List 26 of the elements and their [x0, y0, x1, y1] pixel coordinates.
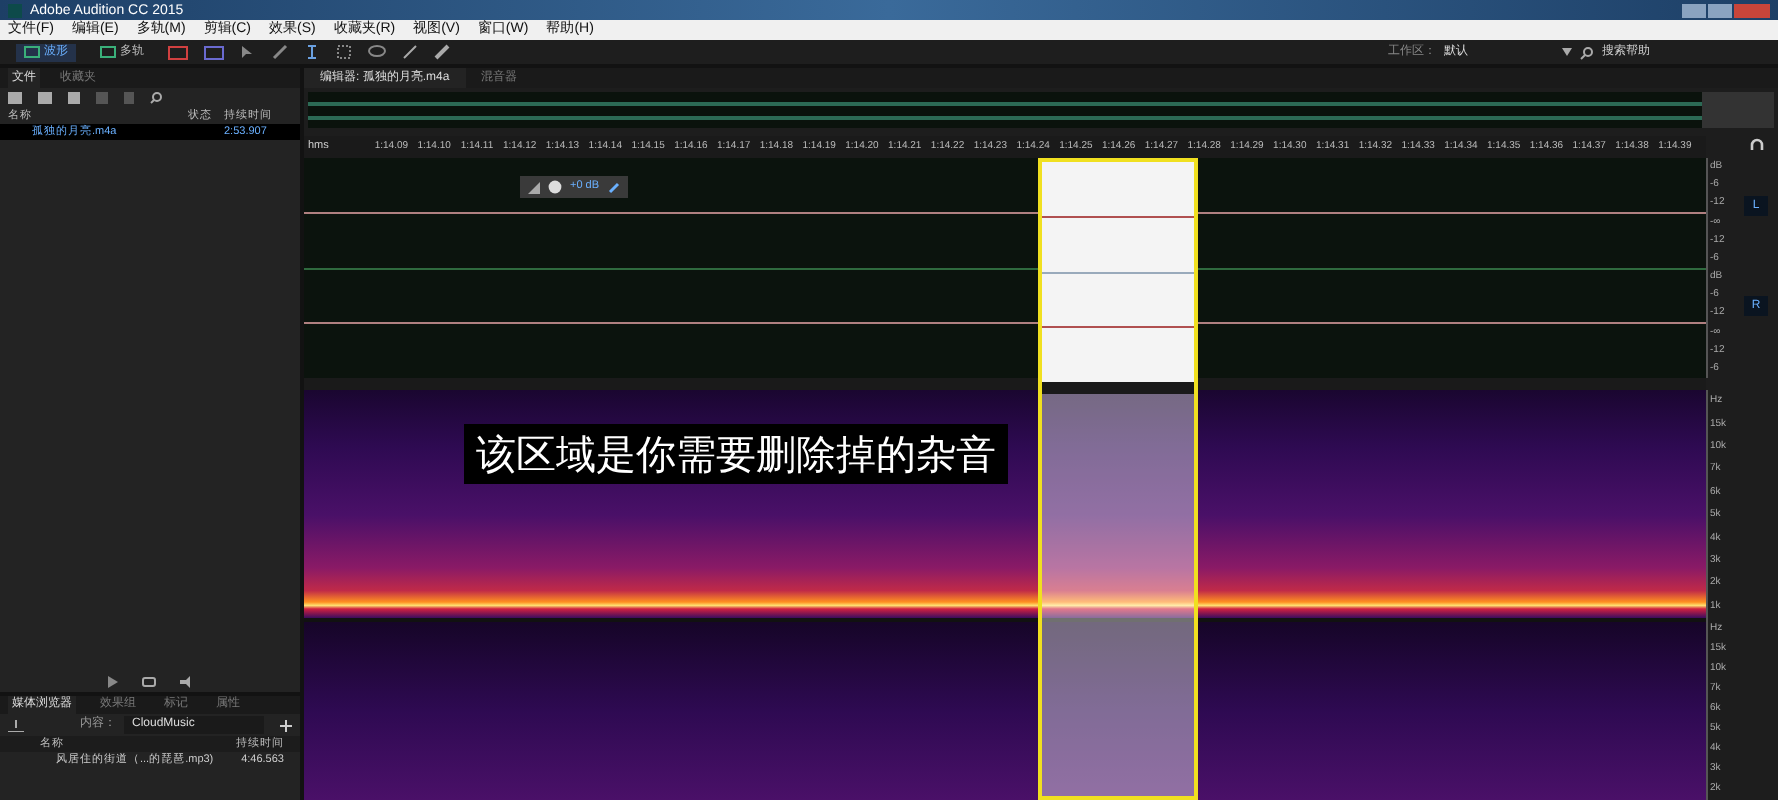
zoom-scroll-bar[interactable]	[1702, 92, 1774, 128]
add-icon[interactable]	[280, 719, 292, 731]
waveform-view-icon	[24, 46, 40, 58]
search-icon	[1580, 45, 1594, 59]
headphones-icon[interactable]	[1749, 138, 1763, 152]
spectrogram[interactable]	[304, 390, 1706, 618]
lasso-tool-icon[interactable]	[368, 44, 386, 60]
move-tool-icon[interactable]	[240, 44, 256, 60]
loop-icon[interactable]	[141, 676, 155, 688]
time-selection-tool-icon[interactable]	[304, 44, 320, 60]
search-icon[interactable]	[150, 92, 162, 104]
pin-icon[interactable]	[607, 181, 620, 193]
play-icon[interactable]	[107, 676, 117, 688]
spectral-display-icon[interactable]	[168, 45, 188, 59]
selection-box[interactable]	[1038, 158, 1198, 800]
level-icon	[528, 181, 540, 193]
marquee-tool-icon[interactable]	[336, 44, 352, 60]
dropdown-caret-icon[interactable]	[1562, 48, 1572, 56]
annotation-caption: 该区域是你需要删除掉的杂音	[464, 424, 1008, 484]
overview-waveform[interactable]	[308, 92, 1702, 128]
app-icon	[8, 3, 22, 17]
knob-icon[interactable]	[548, 180, 562, 194]
maximize-button[interactable]	[1708, 3, 1732, 17]
pitch-display-icon[interactable]	[204, 45, 224, 59]
multitrack-view-icon	[100, 46, 116, 58]
minimize-button[interactable]	[1682, 3, 1706, 17]
